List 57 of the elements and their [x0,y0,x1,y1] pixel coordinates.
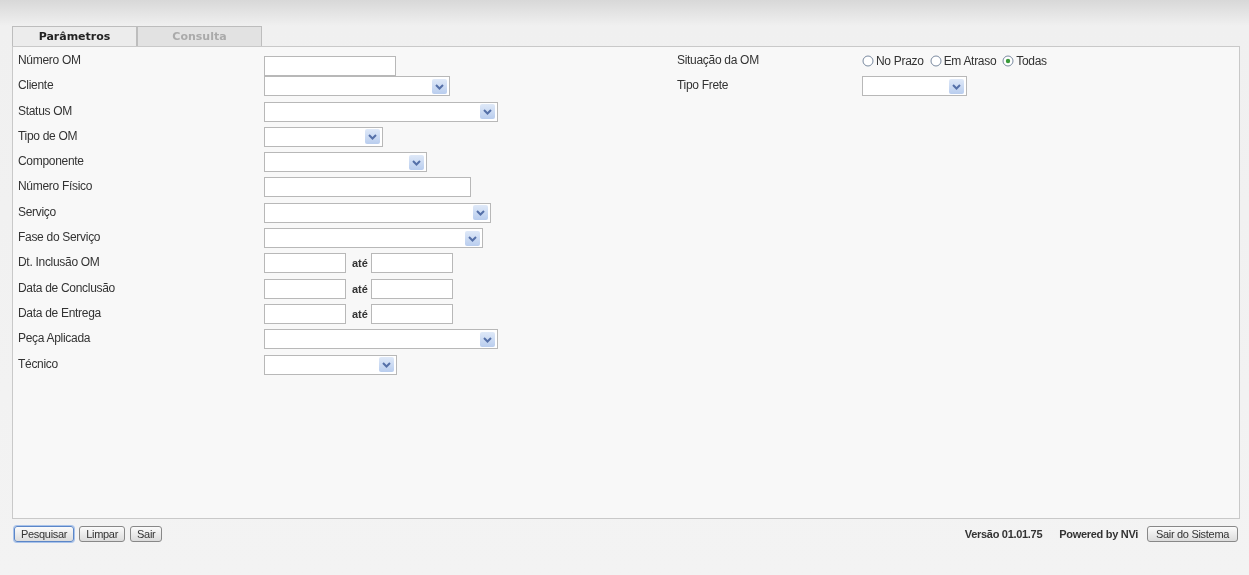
field-label: Componente [17,153,85,169]
field-label: Tipo de OM [17,127,79,143]
field-label: Dt. Inclusão OM [17,254,101,270]
chevron-down-icon [473,205,488,221]
dropdown-field[interactable] [264,202,491,223]
field-label: Status OM [17,102,73,118]
field-label: Técnico [17,355,59,371]
date-field[interactable] [370,253,453,274]
chevron-down-icon [480,104,495,120]
dropdown-field[interactable] [264,329,498,350]
text-field[interactable] [264,56,396,76]
exit-button[interactable]: Sair do Sistema [1147,526,1238,542]
field-label: Situação da OM [676,52,760,67]
dropdown-field[interactable] [264,126,383,147]
dropdown-field[interactable] [264,228,483,249]
action-button[interactable]: Limpar [79,526,126,542]
field-label: Tipo Frete [676,77,730,93]
date-field[interactable] [264,303,346,324]
chevron-down-icon [379,357,394,373]
chevron-down-icon [465,230,480,246]
dropdown-field[interactable] [264,76,450,97]
radio-circle-icon [929,55,942,67]
powered-by-text: Powered by NVi [1059,528,1138,540]
radio-option[interactable]: Todas [1002,54,1047,68]
field-label: Serviço [17,203,57,219]
range-separator: até [352,256,368,270]
dropdown-field[interactable] [264,152,427,173]
dropdown-field[interactable] [862,76,967,97]
date-field[interactable] [370,303,453,324]
chevron-down-icon [365,129,380,145]
action-button[interactable]: Pesquisar [14,526,75,542]
dropdown-field[interactable] [264,354,397,375]
chevron-down-icon [432,78,447,94]
date-field[interactable] [264,253,346,274]
radio-option[interactable]: Em Atraso [929,54,997,68]
radio-circle-icon [1002,55,1015,67]
range-separator: até [352,281,368,295]
field-label: Data de Conclusão [17,279,116,295]
field-label: Data de Entrega [17,304,102,320]
text-field[interactable] [264,177,471,198]
version-text: Versão 01.01.75 [964,528,1043,540]
action-button[interactable]: Sair [130,526,163,542]
radio-option[interactable]: No Prazo [862,54,924,68]
chevron-down-icon [480,331,495,347]
date-field[interactable] [370,278,453,299]
field-label: Número Físico [17,178,94,194]
radio-circle-icon [862,55,874,67]
field-label: Número OM [17,52,82,67]
date-field[interactable] [264,278,346,299]
field-label: Cliente [17,77,55,93]
range-separator: até [352,306,368,320]
chevron-down-icon [409,154,424,170]
chevron-down-icon [949,78,964,94]
field-label: Fase do Serviço [17,229,102,245]
dropdown-field[interactable] [264,101,498,122]
tab[interactable]: Parâmetros [12,26,137,46]
field-label: Peça Aplicada [17,330,92,346]
